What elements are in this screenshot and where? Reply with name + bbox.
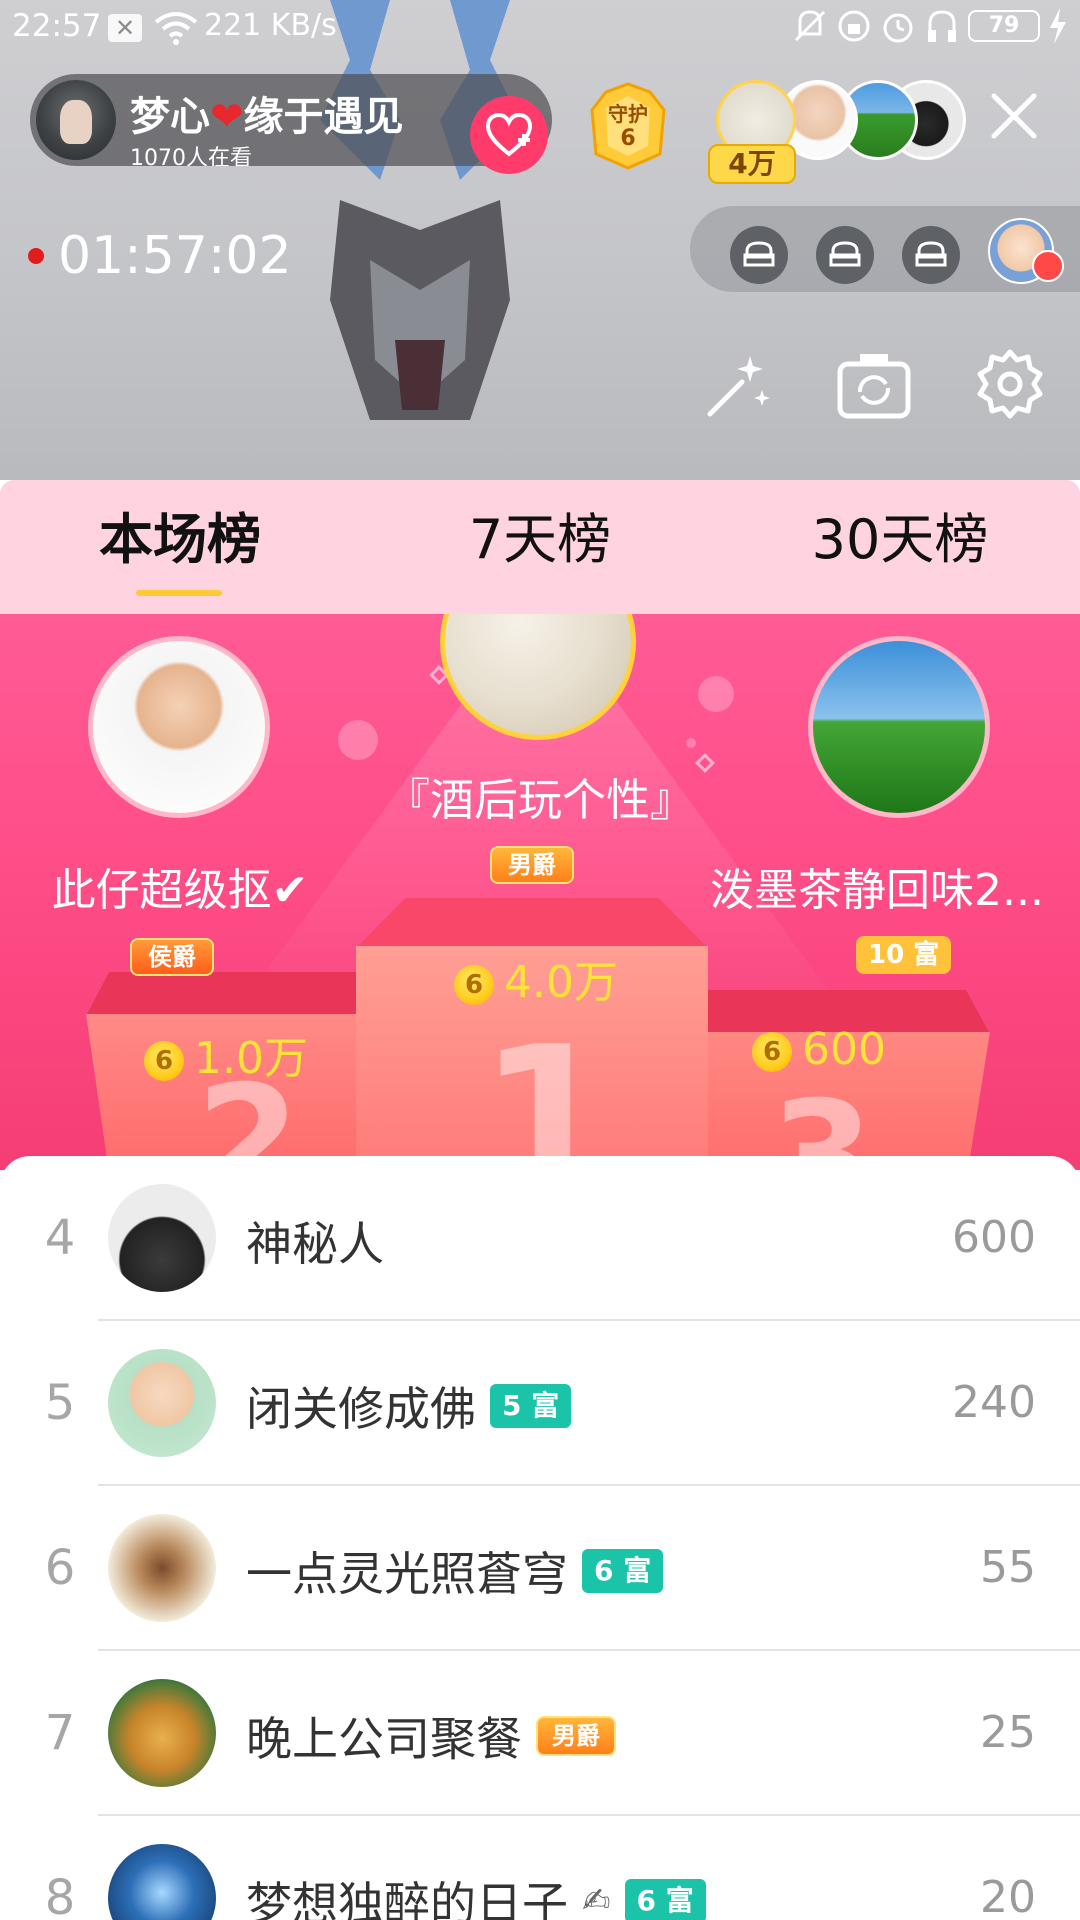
decor-bubble [698,676,734,712]
row-rank: 4 [44,1210,76,1266]
wifi-icon [154,12,198,45]
notification-x-icon: ✕ [108,14,142,42]
live-timer: 01:57:02 [28,226,292,286]
sofa-icon [829,241,861,267]
rank-1-name[interactable]: 『酒后玩个性』 [360,764,720,828]
user-avatar[interactable] [108,1514,216,1622]
guard-count: 6 [620,126,636,151]
headphone-icon [928,10,956,42]
charging-icon [1050,8,1066,44]
coin-icon: 6 [752,1032,792,1072]
tab-current-session[interactable]: 本场榜 [80,500,280,580]
empty-seat[interactable] [730,226,788,284]
host-avatar[interactable] [36,80,116,160]
row-name: 梦想独醉的日子 ✍ 6 富 [246,1868,706,1920]
podium-top3: 1 2 3 『酒后玩个性』 此仔超级抠✔ 泼墨茶静回味2... 男爵 侯爵 10… [0,614,1080,1170]
user-avatar[interactable] [108,1844,216,1920]
empty-seat[interactable] [816,226,874,284]
switch-camera-icon[interactable] [834,346,914,426]
rich-level-badge: 5 富 [490,1384,572,1428]
live-video-area: 22:57 ✕ 221 KB/s 79 梦心❤缘于遇见 1070人在看 守护 6… [0,0,1080,480]
viewer-count: 1070人在看 [130,146,252,166]
ranking-tabs: 本场榜 7天榜 30天榜 [0,480,1080,614]
heart-icon: ❤ [210,94,244,140]
tab-7-days[interactable]: 7天榜 [440,500,640,580]
user-avatar[interactable] [108,1349,216,1457]
follow-button[interactable] [470,96,548,174]
row-rank: 5 [44,1375,76,1431]
status-bar: 22:57 ✕ 221 KB/s 79 [0,0,1080,54]
rich-level-badge: 6 富 [582,1549,664,1593]
row-score: 600 [952,1212,1036,1263]
rank-3-rich-badge: 10 富 [856,936,952,974]
settings-gear-icon[interactable] [970,346,1050,426]
row-name: 晚上公司聚餐 男爵 [246,1703,616,1769]
beauty-magic-wand-icon[interactable] [698,346,778,426]
podium-1-top [356,898,708,948]
rank-2-score: 6 1.0万 [144,1022,308,1086]
list-item[interactable]: 7 晚上公司聚餐 男爵 25 [0,1651,1080,1816]
rank-2-name[interactable]: 此仔超级抠✔ [20,854,340,918]
noble-badge: 男爵 [536,1716,616,1756]
battery-icon: 79 [968,10,1040,42]
guard-label: 守护 [608,102,648,126]
coin-icon: 6 [144,1041,184,1081]
row-name: 神秘人 [246,1217,384,1271]
podium-2-top [86,972,376,1016]
top-fan-value-badge: 4万 [708,144,796,184]
row-score: 55 [980,1542,1036,1593]
podium-number-1: 1 [478,1004,618,1170]
close-icon[interactable] [988,90,1040,142]
rank-3-name[interactable]: 泼墨茶静回味2... [710,854,1080,918]
status-icons: 79 [792,6,1068,46]
row-name: 闭关修成佛 5 富 [246,1373,572,1439]
status-time: 22:57 [12,8,102,44]
list-item[interactable]: 6 一点灵光照蒼穹 6 富 55 [0,1486,1080,1651]
lock-rotation-icon [838,10,870,42]
recording-dot-icon [28,248,44,264]
seat-badge-icon [1032,250,1064,282]
rank-1-noble-badge: 男爵 [490,846,574,884]
alarm-icon [883,13,913,43]
list-item[interactable]: 8 梦想独醉的日子 ✍ 6 富 20 [0,1816,1080,1920]
list-item[interactable]: 4 神秘人 600 [0,1156,1080,1321]
rank-1-score: 6 4.0万 [454,946,618,1010]
row-rank: 8 [44,1870,76,1920]
rank-list: 4 神秘人 600 5 闭关修成佛 5 富 240 6 一点灵光照蒼穹 6 富 55… [0,1156,1080,1920]
active-tab-indicator [136,590,222,596]
row-score: 25 [980,1707,1036,1758]
row-score: 240 [952,1377,1036,1428]
mic-seats [690,206,1080,292]
rank-3-avatar[interactable] [808,636,990,818]
decor-bubble [686,738,696,748]
heart-plus-icon [485,112,533,157]
host-name: 梦心❤缘于遇见 [130,94,404,140]
user-avatar[interactable] [108,1679,216,1787]
signature-pen-icon: ✍ [582,1881,611,1920]
row-rank: 6 [44,1540,76,1596]
mute-bell-icon [794,10,826,42]
live-duration: 01:57:02 [58,226,292,286]
empty-seat[interactable] [902,226,960,284]
rank-2-avatar[interactable] [88,636,270,818]
podium-number-3: 3 [770,1070,875,1170]
tab-30-days[interactable]: 30天榜 [780,500,1020,580]
list-item[interactable]: 5 闭关修成佛 5 富 240 [0,1321,1080,1486]
decor-bubble [338,720,378,760]
sofa-icon [743,241,775,267]
rank-3-score: 6 600 [752,1024,886,1075]
coin-icon: 6 [454,965,494,1005]
network-speed: 221 KB/s [204,8,337,43]
user-avatar[interactable] [108,1184,216,1292]
row-name: 一点灵光照蒼穹 6 富 [246,1538,664,1604]
row-score: 20 [980,1872,1036,1920]
sofa-icon [915,241,947,267]
rank-2-noble-badge: 侯爵 [130,938,214,976]
row-rank: 7 [44,1705,76,1761]
rich-level-badge: 6 富 [624,1879,706,1920]
